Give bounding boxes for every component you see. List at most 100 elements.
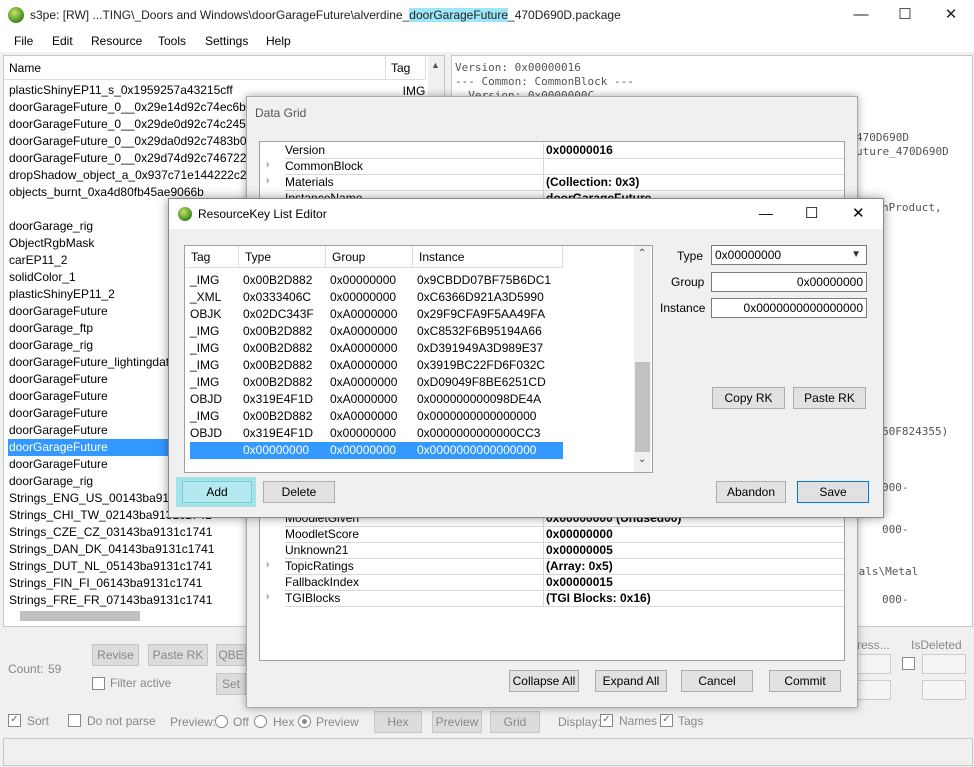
column-header-name[interactable]: Name <box>4 56 386 80</box>
preview-preview-radio[interactable] <box>298 715 311 728</box>
commit-button[interactable]: Commit <box>769 670 841 692</box>
maximize-button[interactable]: ☐ <box>882 0 928 30</box>
table-row[interactable]: _IMG 0x00B2D882 0xA0000000 0x00000000000000… <box>190 408 563 425</box>
list-item[interactable]: ObjectRgbMask <box>9 235 94 252</box>
names-checkbox[interactable]: ✓ <box>600 714 613 727</box>
list-item[interactable]: doorGarageFuture <box>9 422 108 439</box>
scroll-up-icon[interactable]: ⌃ <box>638 248 646 259</box>
list-item[interactable]: doorGarage_rig <box>9 337 93 354</box>
list-item[interactable]: doorGarage_ftp <box>9 320 93 337</box>
list-item[interactable]: Strings_CZE_CZ_03143ba9131c1741 <box>9 524 212 541</box>
list-item[interactable]: doorGarageFuture_lightingdata <box>9 354 176 371</box>
property-value[interactable]: (TGI Blocks: 0x16) <box>545 591 844 607</box>
list-item[interactable]: plasticShinyEP11_2 <box>9 286 115 303</box>
grid-button[interactable]: Grid <box>490 711 540 733</box>
list-item[interactable]: doorGarageFuture_0__0x29e14d92c74ec6b4 <box>9 99 253 116</box>
column-header-group[interactable]: Group <box>326 246 413 268</box>
extra-field-1[interactable] <box>857 680 891 700</box>
menu-tools[interactable]: Tools <box>158 34 186 48</box>
property-row[interactable]: › CommonBlock <box>260 158 844 175</box>
property-row[interactable]: FallbackIndex 0x00000015 <box>260 574 844 591</box>
qbe-button[interactable]: QBE <box>216 644 246 666</box>
property-row[interactable]: › TGIBlocks (TGI Blocks: 0x16) <box>260 590 844 607</box>
property-value[interactable]: 0x00000005 <box>545 543 844 559</box>
list-item[interactable]: dropShadow_object_a_0x937c71e144222c2c <box>9 167 253 184</box>
maximize-button[interactable]: ☐ <box>805 204 818 222</box>
property-row[interactable]: › Materials (Collection: 0x3) <box>260 174 844 191</box>
is-deleted-checkbox[interactable] <box>902 657 915 670</box>
expand-chevron-icon[interactable]: › <box>266 175 269 186</box>
list-item[interactable]: doorGarageFuture_0__0x29de0d92c74c245d <box>9 116 253 133</box>
paste-rk-button[interactable]: Paste RK <box>793 387 866 409</box>
minimize-button[interactable]: — <box>759 205 773 221</box>
property-row[interactable]: › TopicRatings (Array: 0x5) <box>260 558 844 575</box>
abandon-button[interactable]: Abandon <box>716 481 786 503</box>
group-input[interactable]: 0x00000000 <box>711 272 867 292</box>
paste-rk-button[interactable]: Paste RK <box>148 644 208 666</box>
list-item[interactable]: doorGarage_rig <box>9 473 93 490</box>
delete-button[interactable]: Delete <box>263 481 335 503</box>
menu-file[interactable]: File <box>14 34 33 48</box>
menu-settings[interactable]: Settings <box>205 34 248 48</box>
list-item[interactable]: Strings_FRE_FR_07143ba9131c1741 <box>9 592 212 609</box>
list-item[interactable]: doorGarageFuture <box>9 456 108 473</box>
instance-input[interactable]: 0x0000000000000000 <box>711 298 867 318</box>
expand-chevron-icon[interactable]: › <box>266 159 269 170</box>
column-header-type[interactable]: Type <box>239 246 326 268</box>
expand-chevron-icon[interactable]: › <box>266 591 269 602</box>
list-item[interactable]: doorGarage_rig <box>9 218 93 235</box>
preview-hex-radio[interactable] <box>254 715 267 728</box>
list-item[interactable]: Strings_DAN_DK_04143ba9131c1741 <box>9 541 214 558</box>
save-button[interactable]: Save <box>797 481 869 503</box>
scroll-thumb[interactable] <box>635 362 650 452</box>
list-scrollbar[interactable]: ⌃ ⌄ <box>634 246 651 472</box>
scroll-down-icon[interactable]: ⌄ <box>638 454 646 465</box>
compress-field[interactable] <box>857 654 891 674</box>
cancel-button[interactable]: Cancel <box>681 670 753 692</box>
revise-button[interactable]: Revise <box>92 644 139 666</box>
list-item[interactable]: solidColor_1 <box>9 269 76 286</box>
is-deleted-field[interactable] <box>922 654 966 674</box>
table-row[interactable]: OBJD 0x319E4F1D 0xA0000000 0x000000000098DE… <box>190 391 563 408</box>
property-value[interactable]: 0x00000016 <box>545 143 844 159</box>
do-not-parse-checkbox[interactable] <box>68 714 81 727</box>
preview-button[interactable]: Preview <box>432 711 482 733</box>
list-item[interactable]: doorGarageFuture <box>9 303 108 320</box>
list-item[interactable]: doorGarageFuture <box>9 388 108 405</box>
copy-rk-button[interactable]: Copy RK <box>712 387 785 409</box>
table-row[interactable]: _IMG 0x00B2D882 0xA0000000 0x3919BC22FD6F03… <box>190 357 563 374</box>
table-row[interactable]: _IMG 0x00B2D882 0x00000000 0x9CBDD07BF75B6D… <box>190 272 563 289</box>
tags-checkbox[interactable]: ✓ <box>660 714 673 727</box>
hex-button[interactable]: Hex <box>374 711 422 733</box>
menu-resource[interactable]: Resource <box>91 34 142 48</box>
extra-field-2[interactable] <box>922 680 966 700</box>
set-button[interactable]: Set <box>216 673 246 695</box>
add-button[interactable]: Add <box>182 481 252 503</box>
property-value[interactable]: 0x00000015 <box>545 575 844 591</box>
table-row[interactable]: OBJK 0x02DC343F 0xA0000000 0x29F9CFA9F5AA49… <box>190 306 563 323</box>
minimize-button[interactable]: — <box>838 0 884 30</box>
close-button[interactable]: ✕ <box>852 204 865 222</box>
column-header-tag[interactable]: Tag <box>386 56 426 80</box>
property-value[interactable]: (Array: 0x5) <box>545 559 844 575</box>
horizontal-scroll-thumb[interactable] <box>20 611 140 621</box>
property-row[interactable]: Unknown21 0x00000005 <box>260 542 844 559</box>
table-row[interactable]: _IMG 0x00B2D882 0xA0000000 0xD09049F8BE6251… <box>190 374 563 391</box>
property-value[interactable]: 0x00000000 <box>545 527 844 543</box>
menu-help[interactable]: Help <box>266 34 291 48</box>
list-item[interactable]: doorGarageFuture <box>9 371 108 388</box>
table-row[interactable]: OBJD 0x319E4F1D 0x00000000 0x0000000000000C… <box>190 425 563 442</box>
property-row[interactable]: MoodletScore 0x00000000 <box>260 526 844 543</box>
menu-edit[interactable]: Edit <box>52 34 73 48</box>
property-row[interactable]: Version 0x00000016 <box>260 142 844 159</box>
column-header-instance[interactable]: Instance <box>413 246 563 268</box>
list-item[interactable]: Strings_FIN_FI_06143ba9131c1741 <box>9 575 202 592</box>
filter-active-checkbox[interactable] <box>92 677 105 690</box>
list-item[interactable]: doorGarageFuture_0__0x29da0d92c7483b02 <box>9 133 253 150</box>
table-row[interactable]: 0x00000000 0x00000000 0x0000000000000000 <box>190 442 563 459</box>
list-item[interactable]: doorGarageFuture <box>9 405 108 422</box>
resourcekey-list[interactable]: Tag Type Group Instance _IMG 0x00B2D882 0x… <box>184 245 653 473</box>
type-select[interactable]: 0x00000000 ▼ <box>711 245 867 265</box>
list-item[interactable]: plasticShinyEP11_s_0x1959257a43215cff <box>9 82 233 99</box>
property-value[interactable]: (Collection: 0x3) <box>545 175 844 191</box>
